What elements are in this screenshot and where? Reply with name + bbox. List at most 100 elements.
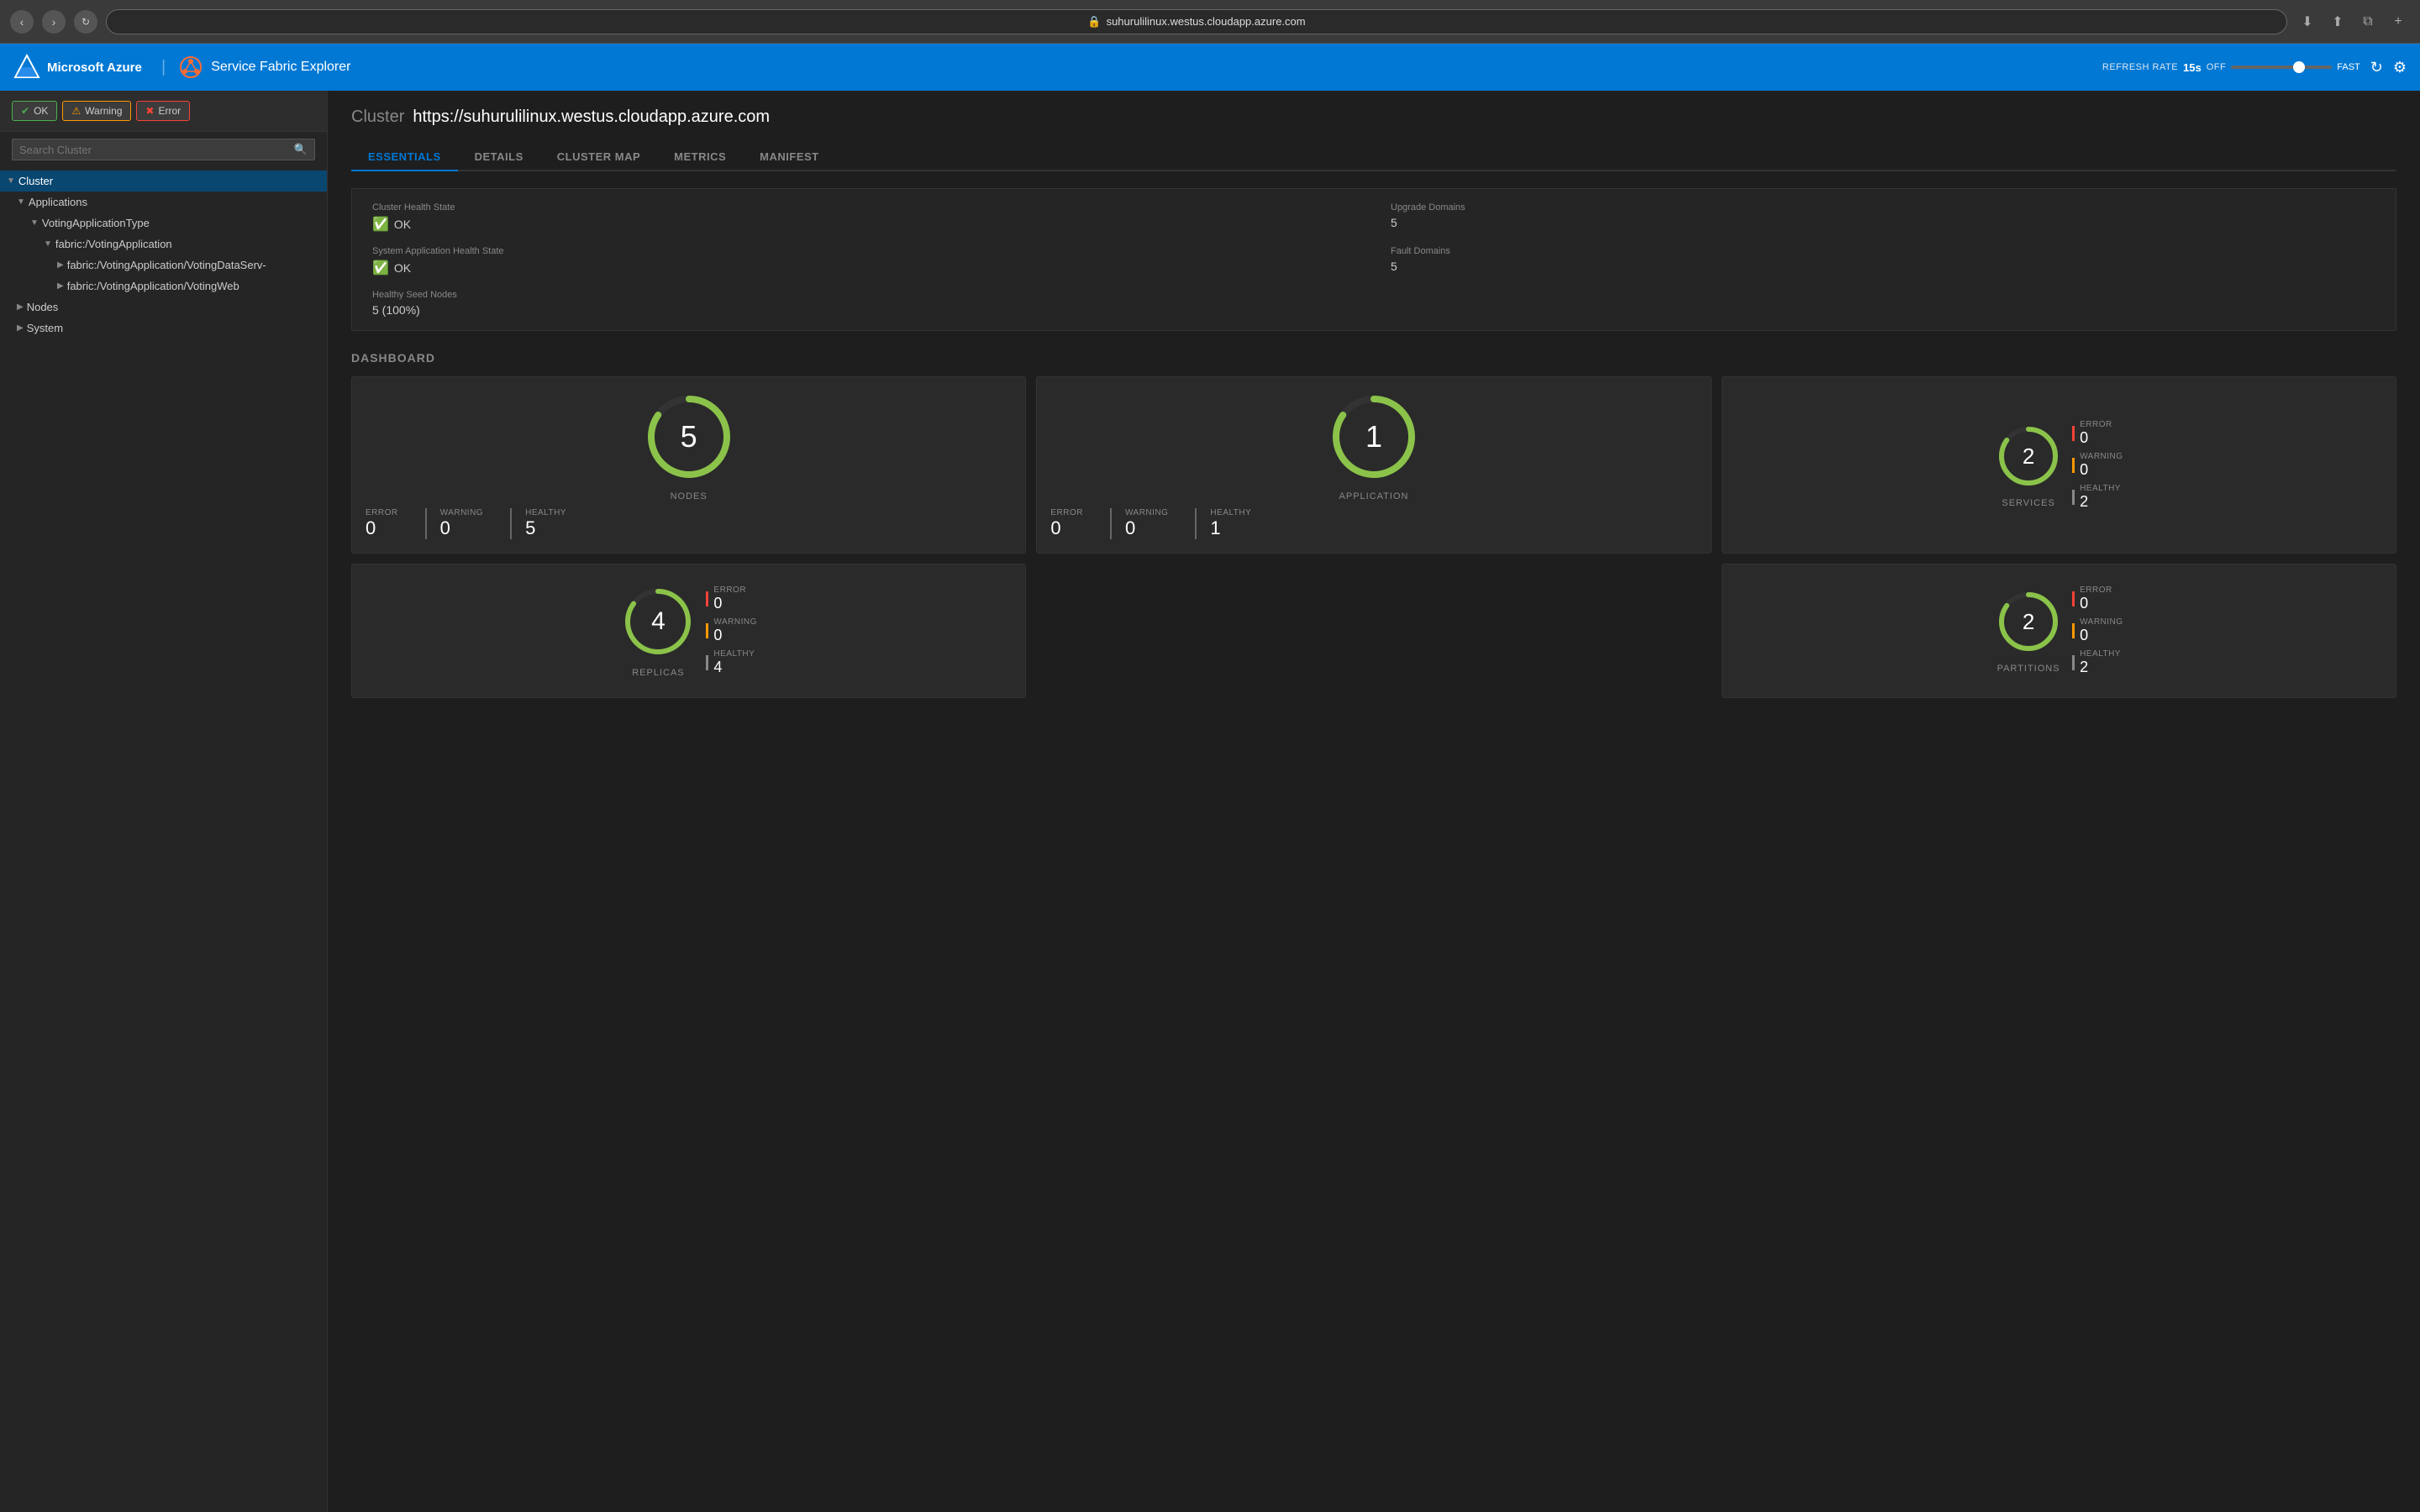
- replicas-warning-label: WARNING: [713, 617, 756, 627]
- application-number: 1: [1365, 422, 1382, 452]
- app-error-label: ERROR: [1050, 508, 1083, 517]
- system-label: System: [27, 322, 63, 334]
- services-error-label: ERROR: [2080, 420, 2112, 429]
- refresh-rate-label: REFRESH RATE: [2102, 62, 2178, 72]
- chevron-right-icon: ▶: [17, 302, 24, 312]
- warning-triangle-icon: ⚠: [71, 105, 81, 117]
- sidebar-item-votingapp[interactable]: ▼ fabric:/VotingApplication: [0, 234, 327, 255]
- nodes-donut: 5: [643, 391, 735, 483]
- sidebar-item-votingweb[interactable]: ▶ fabric:/VotingApplication/VotingWeb: [0, 276, 327, 297]
- tab-metrics[interactable]: METRICS: [657, 144, 743, 171]
- download-icon[interactable]: ⬇: [2296, 10, 2319, 34]
- nodes-error-label: ERROR: [366, 508, 398, 517]
- nodes-error-value: 0: [366, 517, 398, 539]
- services-donut: 2: [1995, 423, 2062, 490]
- partitions-donut-area: 2 PARTITIONS: [1995, 588, 2062, 674]
- off-label: OFF: [2207, 62, 2227, 72]
- replicas-error-row: ERROR 0: [706, 585, 756, 612]
- fault-domains: Fault Domains 5: [1391, 246, 2375, 276]
- refresh-value: 15s: [2183, 61, 2202, 74]
- nodes-warning-label: WARNING: [440, 508, 483, 517]
- cluster-label: Cluster: [18, 175, 53, 187]
- sidebar-filters: ✔ OK ⚠ Warning ✖ Error: [0, 91, 327, 132]
- search-input[interactable]: [19, 144, 294, 156]
- browser-chrome: ‹ › ↻ 🔒 suhurulilinux.westus.cloudapp.az…: [0, 0, 2420, 44]
- nodes-stats: ERROR 0 WARNING 0 HEALTHY 5: [366, 508, 1012, 539]
- services-number: 2: [2023, 445, 2034, 467]
- partitions-card: 2 PARTITIONS ERROR 0: [1722, 564, 2396, 698]
- tree: ▼ Cluster ▼ Applications ▼ VotingApplica…: [0, 167, 327, 1512]
- ok-check-icon: ✅: [372, 216, 389, 233]
- nodes-error-stat: ERROR 0: [366, 508, 412, 539]
- replicas-stats: ERROR 0 WARNING 0 HEAL: [706, 584, 756, 678]
- cluster-heading-label: Cluster: [351, 108, 404, 127]
- chevron-down-icon: ▼: [7, 176, 15, 186]
- replicas-warning-row: WARNING 0: [706, 617, 756, 644]
- app-warning-label: WARNING: [1125, 508, 1168, 517]
- services-warning-row: WARNING 0: [2072, 452, 2123, 479]
- fast-label: FAST: [2337, 62, 2360, 72]
- cluster-url: https://suhurulilinux.westus.cloudapp.az…: [413, 108, 770, 127]
- upgrade-domains: Upgrade Domains 5: [1391, 202, 2375, 233]
- votingdatasrv-label: fabric:/VotingApplication/VotingDataServ…: [67, 259, 266, 271]
- windows-icon[interactable]: ⧉: [2356, 10, 2380, 34]
- forward-button[interactable]: ›: [42, 10, 66, 34]
- search-icon: 🔍: [294, 143, 308, 156]
- upgrade-domains-value: 5: [1391, 216, 2375, 229]
- sidebar-item-votingdatasrv[interactable]: ▶ fabric:/VotingApplication/VotingDataSe…: [0, 255, 327, 276]
- search-bar[interactable]: 🔍: [12, 139, 315, 160]
- sidebar-item-votingapptype[interactable]: ▼ VotingApplicationType: [0, 213, 327, 234]
- ok-check-icon-2: ✅: [372, 260, 389, 276]
- filter-ok-button[interactable]: ✔ OK: [12, 101, 57, 121]
- refresh-slider[interactable]: [2231, 66, 2332, 69]
- services-warning-label: WARNING: [2080, 452, 2123, 461]
- sidebar: ✔ OK ⚠ Warning ✖ Error 🔍 ▼ Cluster: [0, 91, 328, 1512]
- tabs: ESSENTIALS DETAILS CLUSTER MAP METRICS M…: [351, 144, 2396, 171]
- page-header: Cluster https://suhurulilinux.westus.clo…: [351, 108, 2396, 127]
- chevron-right-icon: ▶: [57, 260, 64, 270]
- replicas-error-bar: [706, 591, 708, 606]
- lock-icon: 🔒: [1087, 15, 1101, 29]
- app-title-area: Service Fabric Explorer: [179, 55, 350, 79]
- replicas-number: 4: [651, 609, 666, 634]
- sidebar-item-cluster[interactable]: ▼ Cluster: [0, 171, 327, 192]
- sidebar-item-system[interactable]: ▶ System: [0, 318, 327, 339]
- services-healthy-row: HEALTHY 2: [2072, 484, 2123, 511]
- tab-essentials[interactable]: ESSENTIALS: [351, 144, 458, 171]
- replicas-healthy-row: HEALTHY 4: [706, 649, 756, 676]
- tab-cluster-map[interactable]: CLUSTER MAP: [540, 144, 657, 171]
- sidebar-item-applications[interactable]: ▼ Applications: [0, 192, 327, 213]
- sidebar-item-nodes[interactable]: ▶ Nodes: [0, 297, 327, 318]
- system-app-health-label: System Application Health State: [372, 246, 1357, 256]
- address-bar[interactable]: 🔒 suhurulilinux.westus.cloudapp.azure.co…: [106, 9, 2287, 34]
- refresh-button[interactable]: ↻: [74, 10, 97, 34]
- services-healthy-value: 2: [2080, 493, 2121, 511]
- replicas-card: 4 REPLICAS ERROR 0 WA: [351, 564, 1026, 698]
- replicas-warning-bar: [706, 623, 708, 638]
- tab-manifest[interactable]: MANIFEST: [743, 144, 835, 171]
- header-right: REFRESH RATE 15s OFF FAST ↻ ⚙: [2102, 59, 2407, 76]
- service-fabric-icon: [179, 55, 203, 79]
- application-donut: 1: [1328, 391, 1420, 483]
- tab-details[interactable]: DETAILS: [458, 144, 540, 171]
- app-healthy-label: HEALTHY: [1210, 508, 1251, 517]
- share-icon[interactable]: ⬆: [2326, 10, 2349, 34]
- nodes-warning-stat: WARNING 0: [425, 508, 497, 539]
- nodes-warning-value: 0: [440, 517, 483, 539]
- app-warning-stat: WARNING 0: [1110, 508, 1181, 539]
- refresh-icon-button[interactable]: ↻: [2370, 59, 2383, 76]
- settings-icon-button[interactable]: ⚙: [2393, 59, 2407, 76]
- divider: |: [161, 58, 166, 77]
- azure-logo-icon: [13, 54, 40, 81]
- partitions-healthy-row: HEALTHY 2: [2072, 649, 2123, 676]
- filter-error-button[interactable]: ✖ Error: [136, 101, 190, 121]
- dashboard-grid: 5 NODES ERROR 0 WARNING 0 HEALTHY 5: [351, 376, 2396, 698]
- partitions-healthy-value: 2: [2080, 659, 2121, 676]
- back-button[interactable]: ‹: [10, 10, 34, 34]
- plus-icon[interactable]: +: [2386, 10, 2410, 34]
- chevron-down-icon: ▼: [30, 218, 39, 228]
- services-card: 2 SERVICES ERROR 0 WA: [1722, 376, 2396, 554]
- services-donut-area: 2 SERVICES: [1995, 423, 2062, 508]
- fault-domains-value: 5: [1391, 260, 2375, 273]
- filter-warning-button[interactable]: ⚠ Warning: [62, 101, 131, 121]
